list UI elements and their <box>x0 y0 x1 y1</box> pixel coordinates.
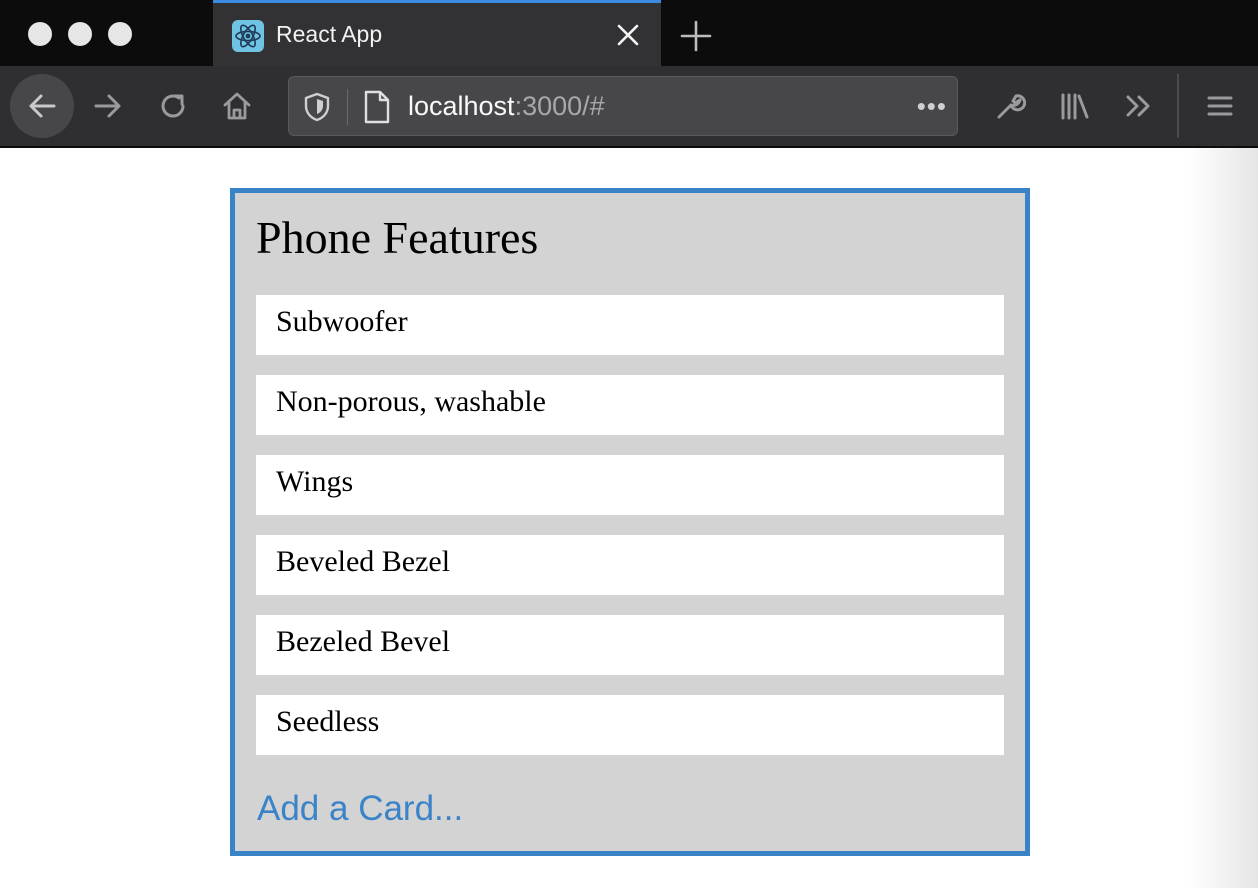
wrench-icon <box>997 94 1026 119</box>
card[interactable]: Non-porous, washable <box>256 375 1004 435</box>
customize-button[interactable] <box>978 74 1042 138</box>
library-icon <box>1061 93 1089 120</box>
card-text: Seedless <box>276 705 380 738</box>
address-bar-separator <box>347 89 348 125</box>
new-tab-icon[interactable] <box>679 19 713 53</box>
home-icon <box>223 92 251 120</box>
address-bar[interactable]: localhost:3000/# ••• <box>288 76 958 136</box>
toolbar-divider <box>1177 74 1179 138</box>
navigation-toolbar: localhost:3000/# ••• <box>0 66 1258 148</box>
reload-icon <box>161 94 185 118</box>
card-text: Subwoofer <box>276 305 408 338</box>
overflow-menu-button[interactable] <box>1107 74 1171 138</box>
forward-button[interactable] <box>76 74 140 138</box>
card-text: Bezeled Bevel <box>276 625 451 658</box>
url-path: :3000/# <box>514 91 605 121</box>
card-list: Phone Features Subwoofer Non-porous, was… <box>230 188 1030 856</box>
card[interactable]: Subwoofer <box>256 295 1004 355</box>
browser-tab-active[interactable]: React App <box>213 0 661 66</box>
card[interactable]: Beveled Bezel <box>256 535 1004 595</box>
chevron-double-right-icon <box>1126 95 1150 117</box>
back-button[interactable] <box>10 74 74 138</box>
url-text[interactable]: localhost:3000/# <box>408 91 605 122</box>
card-text: Wings <box>276 465 354 498</box>
hamburger-menu-icon <box>1207 96 1233 116</box>
forward-arrow-icon <box>94 94 121 118</box>
library-button[interactable] <box>1043 74 1107 138</box>
card[interactable]: Seedless <box>256 695 1004 755</box>
reload-button[interactable] <box>141 74 205 138</box>
card[interactable]: Bezeled Bevel <box>256 615 1004 675</box>
page-actions-icon[interactable]: ••• <box>917 91 947 122</box>
tab-strip: React App <box>0 0 1258 66</box>
react-atom-icon <box>232 20 264 52</box>
back-arrow-icon <box>29 94 56 118</box>
window-edge-shadow <box>1188 148 1258 888</box>
close-window-button[interactable] <box>28 22 52 46</box>
list-title: Phone Features <box>256 212 539 263</box>
minimize-window-button[interactable] <box>68 22 92 46</box>
close-tab-icon[interactable] <box>614 21 642 49</box>
page-info-icon[interactable] <box>362 90 392 124</box>
card-text: Beveled Bezel <box>276 545 451 578</box>
card[interactable]: Wings <box>256 455 1004 515</box>
tab-title: React App <box>276 21 383 47</box>
main-menu-button[interactable] <box>1188 74 1252 138</box>
url-host: localhost <box>408 91 515 121</box>
home-button[interactable] <box>205 74 269 138</box>
tracking-protection-shield-icon[interactable] <box>303 92 331 122</box>
maximize-window-button[interactable] <box>108 22 132 46</box>
add-card-link[interactable]: Add a Card... <box>257 789 463 829</box>
card-text: Non-porous, washable <box>276 385 546 418</box>
